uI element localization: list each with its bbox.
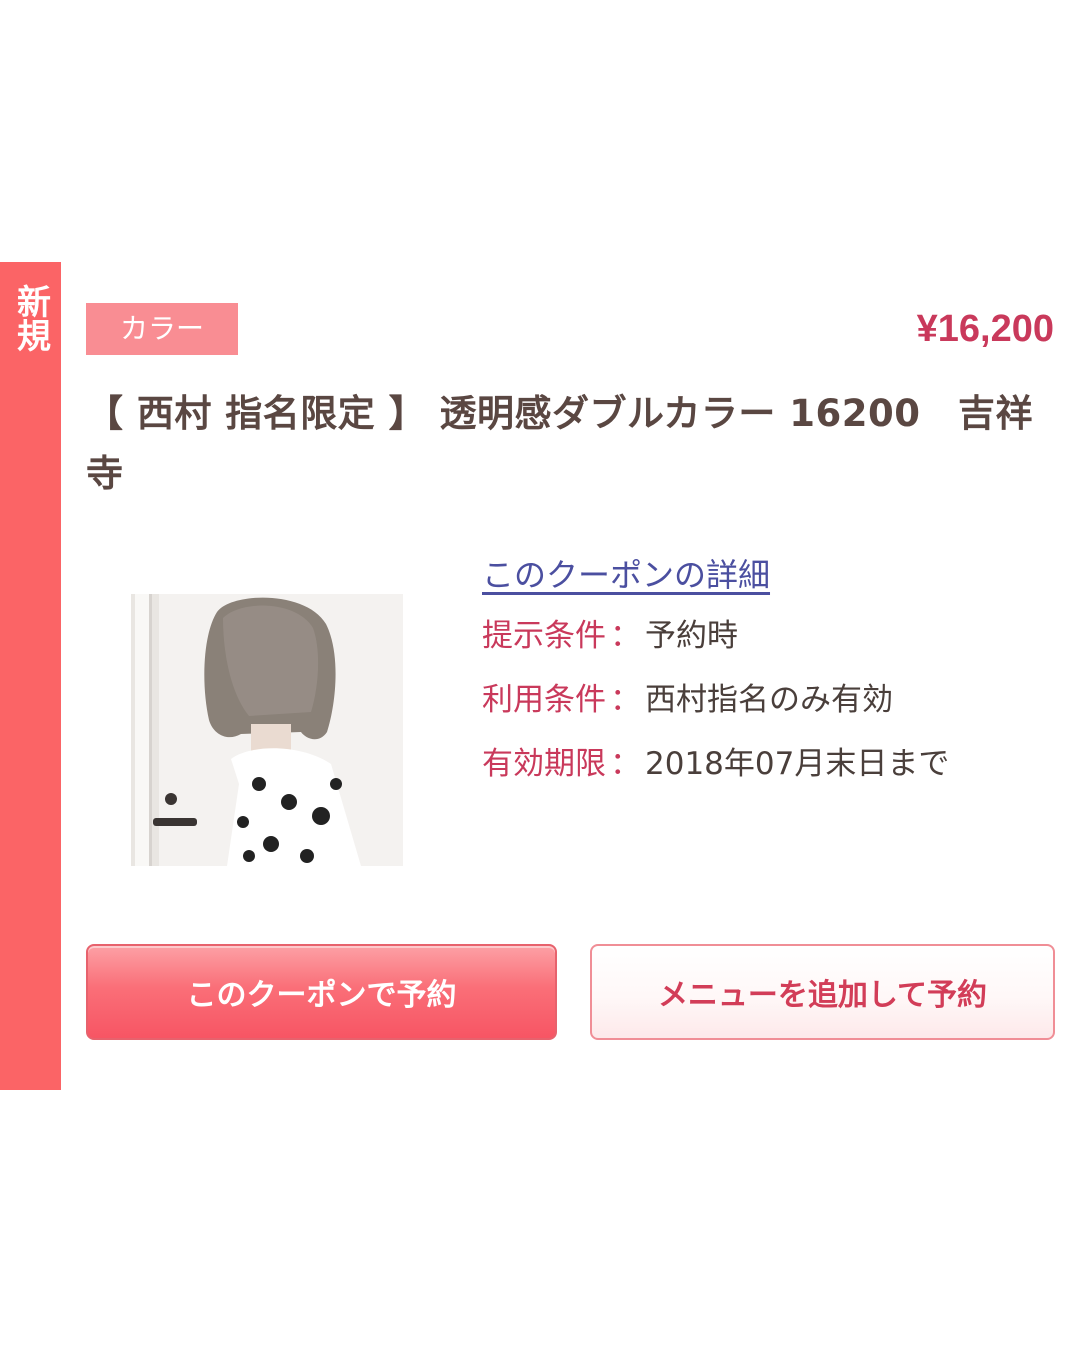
- hairstyle-photo-illustration: [131, 594, 403, 866]
- condition-value: 2018年07月末日まで: [645, 746, 950, 782]
- coupon-title: 【 西村 指名限定 】 透明感ダブルカラー 16200 吉祥寺: [86, 392, 1034, 495]
- condition-label: 提示条件: [482, 618, 606, 654]
- condition-label: 有効期限: [482, 746, 606, 782]
- reserve-with-coupon-button[interactable]: このクーポンで予約: [86, 944, 557, 1040]
- add-menu-and-reserve-button[interactable]: メニューを追加して予約: [590, 944, 1055, 1040]
- category-badge: カラー: [86, 303, 238, 355]
- coupon-photo: [131, 594, 403, 866]
- coupon-detail-link[interactable]: このクーポンの詳細: [482, 550, 770, 596]
- condition-separator: ：: [610, 618, 641, 654]
- condition-row-presentation: 提示条件 ： 予約時: [482, 616, 738, 656]
- coupon-price: ¥16,200: [916, 308, 1054, 350]
- condition-separator: ：: [610, 746, 641, 782]
- condition-row-usage: 利用条件 ： 西村指名のみ有効: [482, 680, 893, 720]
- condition-label: 利用条件: [482, 682, 606, 718]
- new-coupon-side-tag: 新規: [0, 262, 61, 1090]
- new-label: 新規: [10, 284, 51, 352]
- condition-separator: ：: [610, 682, 641, 718]
- condition-row-expiry: 有効期限 ： 2018年07月末日まで: [482, 744, 949, 784]
- condition-value: 西村指名のみ有効: [645, 682, 893, 718]
- condition-value: 予約時: [645, 618, 738, 654]
